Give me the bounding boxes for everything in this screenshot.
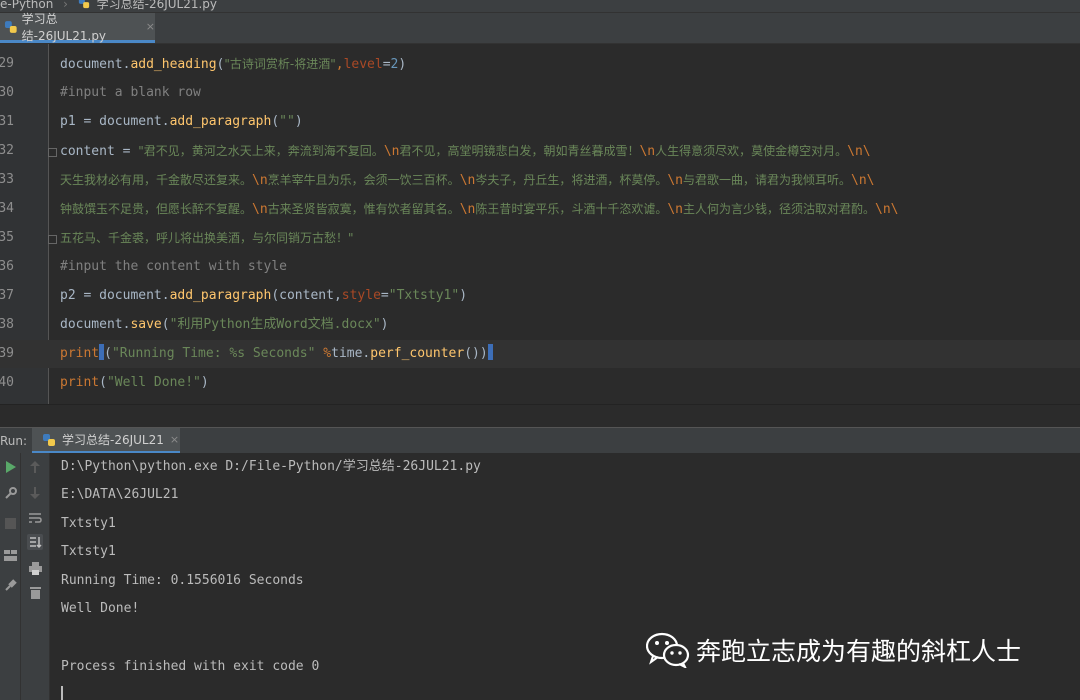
line-number: 39 (0, 346, 14, 361)
run-tab-label: 学习总结-26JUL21 (62, 433, 164, 447)
code-line: 29 document.add_heading("古诗词赏析-将进酒",leve… (0, 50, 1080, 78)
code-line: 37 p2 = document.add_paragraph(content,s… (0, 282, 1080, 310)
watermark: 奔跑立志成为有趣的斜杠人士 (646, 632, 1021, 668)
console-line: D:\Python\python.exe D:/File-Python/学习总结… (61, 459, 481, 474)
code-text: print("Well Done!") (60, 375, 209, 390)
editor-tab-label: 学习总结-26JUL21.py (21, 11, 107, 43)
code-text: p2 = document.add_paragraph(content,styl… (60, 288, 468, 303)
code-line-current: 39 print ("Running Time: %s Seconds" %tim… (0, 340, 1080, 368)
watermark-text: 奔跑立志成为有趣的斜杠人士 (696, 637, 1022, 666)
line-number: 37 (0, 288, 14, 303)
code-line: 34 钟鼓馔玉不足贵，但愿长醉不复醒。\n古来圣贤皆寂寞，惟有饮者留其名。\n陈… (0, 195, 1080, 223)
pin-icon[interactable] (2, 577, 18, 593)
python-file-icon (78, 0, 89, 9)
line-number: 35 (0, 230, 14, 245)
line-number: 34 (0, 201, 14, 216)
trash-icon[interactable] (27, 584, 43, 600)
print-icon[interactable] (27, 560, 43, 576)
python-file-icon (4, 20, 17, 33)
wechat-logo-icon (646, 632, 690, 668)
run-label: Run: (0, 434, 28, 448)
run-panel-header: Run: 学习总结-26JUL21 × (0, 427, 1080, 454)
code-line: 36 #input the content with style (0, 253, 1080, 281)
code-line: 31 p1 = document.add_paragraph("") (0, 108, 1080, 136)
close-icon[interactable]: × (170, 433, 179, 446)
console-line: E:\DATA\26JUL21 (61, 487, 179, 502)
console-line: Process finished with exit code 0 (61, 659, 320, 674)
text-cursor (61, 686, 63, 700)
code-text: content = "君不见，黄河之水天上来，奔流到海不复回。\n君不见，高堂明… (60, 144, 871, 159)
console-line: Txtsty1 (61, 544, 116, 559)
arrow-up-icon[interactable] (27, 459, 43, 475)
code-text: document.add_heading("古诗词赏析-将进酒",level=2… (60, 57, 407, 72)
bracket-match-highlight (487, 344, 493, 360)
code-text: 天生我材必有用，千金散尽还复来。\n烹羊宰牛且为乐，会须一饮三百杯。\n岑夫子，… (60, 173, 875, 188)
code-text: 钟鼓馔玉不足贵，但愿长醉不复醒。\n古来圣贤皆寂寞，惟有饮者留其名。\n陈王昔时… (60, 202, 899, 217)
stop-icon[interactable] (2, 515, 18, 531)
code-line: 40 print("Well Done!") (0, 369, 1080, 397)
soft-wrap-icon[interactable] (27, 510, 43, 526)
line-number: 30 (0, 85, 14, 100)
line-number: 29 (0, 56, 14, 71)
run-toolbar-secondary (21, 453, 50, 700)
code-line: 30 #input a blank row (0, 79, 1080, 107)
console-line: Running Time: 0.1556016 Seconds (61, 573, 304, 588)
run-tab[interactable]: 学习总结-26JUL21 × (32, 428, 180, 454)
layout-icon[interactable] (2, 547, 18, 563)
python-file-icon (43, 433, 55, 446)
code-line: 35 五花马、千金裘，呼儿将出换美酒，与尔同销万古愁！" (0, 224, 1080, 252)
line-number: 32 (0, 143, 14, 158)
code-comment: #input a blank row (60, 85, 201, 100)
navigation-bar: e-Python › 学习总结-26JUL21.py (0, 0, 1080, 13)
console-line: Well Done! (61, 601, 140, 616)
line-number: 38 (0, 317, 14, 332)
console-line: Txtsty1 (61, 516, 116, 531)
line-number: 36 (0, 259, 14, 274)
panel-divider[interactable] (0, 404, 1080, 427)
code-text: document.save("利用Python生成Word文档.docx") (60, 317, 389, 332)
line-number: 31 (0, 114, 14, 129)
code-line: 33 天生我材必有用，千金散尽还复来。\n烹羊宰牛且为乐，会须一饮三百杯。\n岑… (0, 166, 1080, 194)
line-number: 33 (0, 172, 14, 187)
wrench-icon[interactable] (2, 485, 18, 501)
close-icon[interactable]: × (146, 20, 155, 33)
code-line: 38 document.save("利用Python生成Word文档.docx"… (0, 311, 1080, 339)
editor-tab-file[interactable]: 学习总结-26JUL21.py × (0, 11, 155, 43)
line-number: 40 (0, 375, 14, 390)
code-text: 五花马、千金裘，呼儿将出换美酒，与尔同销万古愁！" (60, 231, 354, 245)
arrow-down-icon[interactable] (27, 485, 43, 501)
editor-tab-bar: 学习总结-26JUL21.py × (0, 11, 1080, 44)
code-text: print ("Running Time: %s Seconds" %time.p… (60, 340, 493, 368)
code-comment: #input the content with style (60, 259, 287, 274)
code-text: p1 = document.add_paragraph("") (60, 114, 303, 129)
run-toolbar-primary (0, 453, 21, 700)
scroll-to-end-icon[interactable] (27, 534, 43, 550)
code-line: 32 content = "君不见，黄河之水天上来，奔流到海不复回。\n君不见，… (0, 137, 1080, 165)
code-editor[interactable]: 29 document.add_heading("古诗词赏析-将进酒",leve… (0, 44, 1080, 404)
rerun-icon[interactable] (2, 459, 18, 475)
